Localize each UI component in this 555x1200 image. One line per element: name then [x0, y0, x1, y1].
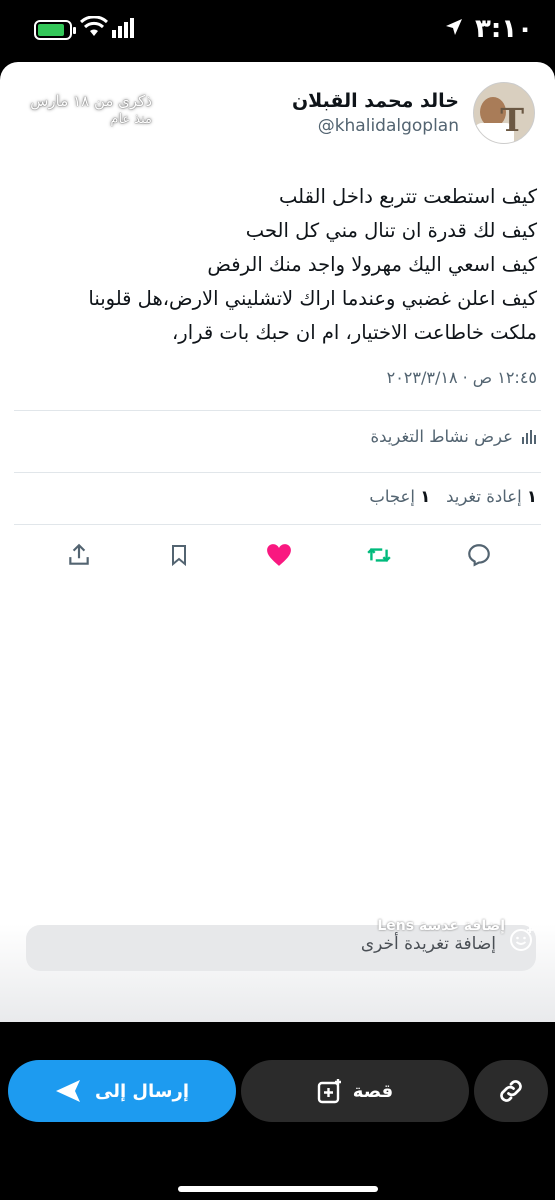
tweet-timestamp: ١٢:٤٥ ص · ٢٠٢٣/٣/١٨	[386, 368, 537, 387]
tweet-line: كيف اعلن غضبي وعندما اراك لاتشليني الارض…	[88, 287, 537, 310]
divider	[14, 472, 541, 473]
analytics-icon	[522, 429, 536, 444]
retweets-label: إعادة تغريد	[446, 487, 522, 506]
add-tweet-placeholder: إضافة تغريدة أخرى	[360, 934, 496, 954]
tweet-line: كيف لك قدرة ان تنال مني كل الحب	[245, 219, 537, 242]
divider	[14, 410, 541, 411]
likes-stat[interactable]: ١ إعجاب	[369, 487, 430, 506]
home-indicator[interactable]	[178, 1186, 378, 1192]
retweets-stat[interactable]: ١ إعادة تغريد	[446, 487, 537, 506]
send-arrow-icon	[55, 1080, 80, 1102]
tweet-line: ملكت خاطاعت الاختيار، ام ان حبك بات قرار…	[172, 321, 537, 344]
avatar[interactable]: T	[473, 82, 535, 144]
add-story-icon	[317, 1079, 341, 1104]
copy-link-button[interactable]	[474, 1060, 548, 1122]
add-lens-label[interactable]: إضافة عدسة Lens	[377, 918, 505, 934]
status-bar: ٣:١٠	[0, 0, 555, 60]
wifi-icon	[80, 16, 108, 36]
memory-date: ذكرى من ١٨ مارس	[30, 92, 152, 110]
view-activity-label: عرض نشاط التغريدة	[370, 427, 513, 446]
signal-icon	[112, 18, 134, 38]
story-label: قصة	[352, 1080, 394, 1102]
likes-count: ١	[420, 487, 431, 506]
likes-label: إعجاب	[369, 487, 415, 506]
retweet-icon[interactable]	[362, 538, 396, 572]
send-to-label: إرسال إلى	[94, 1080, 190, 1102]
location-arrow-icon	[446, 19, 462, 35]
memory-age: منذ عام	[110, 112, 152, 127]
divider	[14, 524, 541, 525]
tweet-card: ذكرى من ١٨ مارس منذ عام T خالد محمد القب…	[0, 62, 555, 1022]
tweet-body: كيف استطعت تتربع داخل القلب كيف لك قدرة …	[17, 180, 537, 350]
author-block[interactable]: خالد محمد القبلان @khalidalgoplan	[292, 90, 459, 136]
retweets-count: ١	[526, 487, 537, 506]
clock: ٣:١٠	[474, 14, 533, 44]
tweet-actions	[0, 538, 555, 578]
share-bar: إرسال إلى قصة	[0, 1022, 555, 1200]
link-icon	[500, 1080, 522, 1102]
view-activity-link[interactable]: عرض نشاط التغريدة	[370, 427, 537, 446]
battery-icon	[34, 20, 76, 40]
bookmark-icon[interactable]	[162, 538, 196, 572]
lens-smiley-icon[interactable]	[509, 926, 535, 952]
author-name: خالد محمد القبلان	[291, 90, 459, 112]
tweet-line: كيف اسعي اليك مهرولا واجد منك الرفض	[207, 253, 537, 276]
memory-badge: ذكرى من ١٨ مارس منذ عام	[16, 92, 152, 127]
send-to-button[interactable]: إرسال إلى	[8, 1060, 236, 1122]
reply-icon[interactable]	[462, 538, 496, 572]
like-icon[interactable]	[262, 538, 296, 572]
author-handle: @khalidalgoplan	[317, 116, 459, 136]
engagement-counts: ١ إعادة تغريد ١ إعجاب	[369, 487, 537, 506]
tweet-line: كيف استطعت تتربع داخل القلب	[279, 185, 537, 208]
share-icon[interactable]	[62, 538, 96, 572]
story-button[interactable]: قصة	[241, 1060, 469, 1122]
